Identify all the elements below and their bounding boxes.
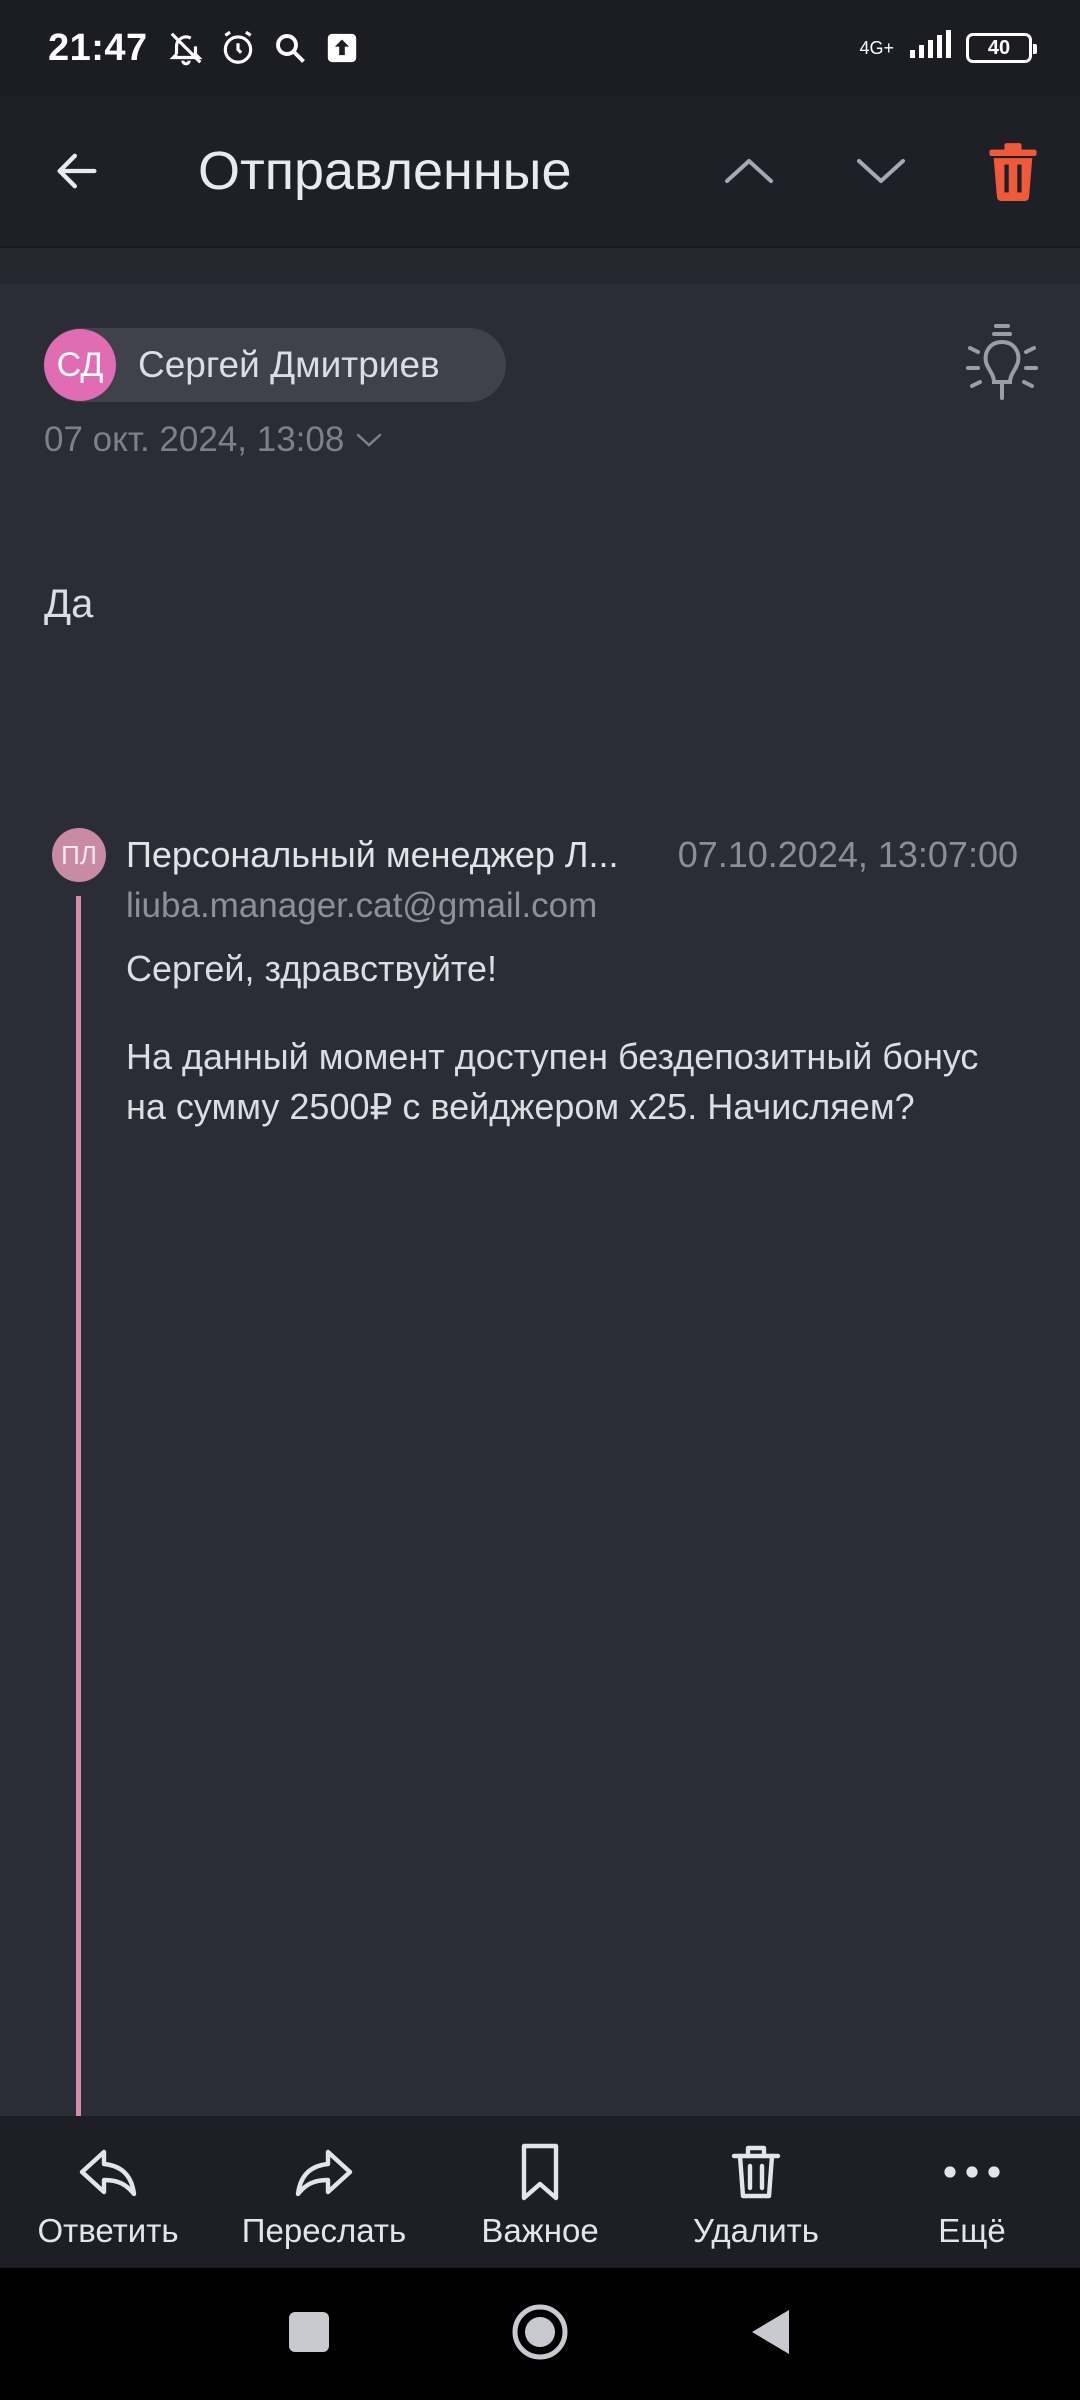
chevron-up-icon — [725, 159, 773, 183]
reply-label: Ответить — [37, 2212, 179, 2249]
system-nav-bar — [0, 2268, 1080, 2400]
trash-icon — [731, 2145, 781, 2199]
action-bar: Ответить Переслать Важное Удалить Ещё — [0, 2116, 1080, 2268]
next-message-button[interactable] — [836, 126, 926, 216]
delete-button[interactable]: Удалить — [668, 2116, 844, 2268]
quoted-avatar: ПЛ — [52, 828, 106, 882]
delete-header-button[interactable] — [968, 126, 1058, 216]
bookmark-icon — [521, 2143, 559, 2201]
reply-icon — [79, 2149, 137, 2197]
arrow-left-icon — [57, 153, 97, 189]
forward-button[interactable]: Переслать — [236, 2116, 412, 2268]
recents-button[interactable] — [287, 2310, 331, 2359]
back-nav-button[interactable] — [749, 2308, 793, 2361]
network-label: 4G+ — [859, 38, 894, 58]
header-divider — [0, 248, 1080, 284]
reply-button[interactable]: Ответить — [20, 2116, 196, 2268]
lightbulb-button[interactable] — [962, 322, 1042, 406]
forward-icon — [295, 2149, 353, 2197]
sender-avatar: СД — [44, 329, 116, 401]
message-body: Да — [44, 582, 94, 626]
alarm-icon — [218, 28, 258, 68]
delete-label: Удалить — [693, 2212, 819, 2249]
status-time: 21:47 — [48, 26, 148, 69]
important-button[interactable]: Важное — [452, 2116, 628, 2268]
bell-muted-icon — [166, 28, 206, 68]
previous-message-button[interactable] — [704, 126, 794, 216]
forward-label: Переслать — [241, 2212, 407, 2249]
more-label: Ещё — [938, 2212, 1006, 2249]
message-date: 07 окт. 2024, 13:08 — [44, 420, 345, 459]
message-date-toggle[interactable]: 07 окт. 2024, 13:08 — [44, 420, 384, 460]
home-circle-icon — [512, 2304, 568, 2359]
home-button[interactable] — [511, 2303, 569, 2366]
quoted-email[interactable]: liuba.manager.cat@gmail.com — [126, 886, 597, 926]
page-title: Отправленные — [198, 141, 572, 201]
quoted-date: 07.10.2024, 13:07:00 — [677, 834, 1018, 875]
quote-bar — [76, 896, 81, 2116]
sender-chip[interactable]: СД Сергей Дмитриев — [44, 328, 506, 402]
more-button[interactable]: Ещё — [884, 2116, 1060, 2268]
status-bar: 21:47 4G+ 40 — [0, 0, 1080, 96]
lightbulb-icon — [966, 324, 1038, 400]
chevron-down-icon — [357, 433, 382, 447]
signal-icon — [908, 27, 952, 70]
chevron-down-icon — [857, 159, 905, 183]
search-icon — [270, 28, 310, 68]
square-icon — [289, 2311, 329, 2352]
quoted-sender-name: Персональный менеджер Л... — [126, 834, 619, 875]
triangle-back-icon — [752, 2309, 789, 2354]
quoted-greeting: Сергей, здравствуйте! — [126, 948, 498, 989]
battery-indicator: 40 — [966, 33, 1037, 63]
back-button[interactable] — [32, 126, 122, 216]
sender-name: Сергей Дмитриев — [138, 344, 440, 385]
more-dots-icon — [944, 2166, 1000, 2178]
quoted-body: На данный момент доступен бездепозитный … — [126, 1036, 979, 1127]
trash-icon — [989, 143, 1037, 201]
upload-icon — [322, 28, 362, 68]
app-header: Отправленные — [0, 96, 1080, 248]
important-label: Важное — [481, 2212, 599, 2249]
